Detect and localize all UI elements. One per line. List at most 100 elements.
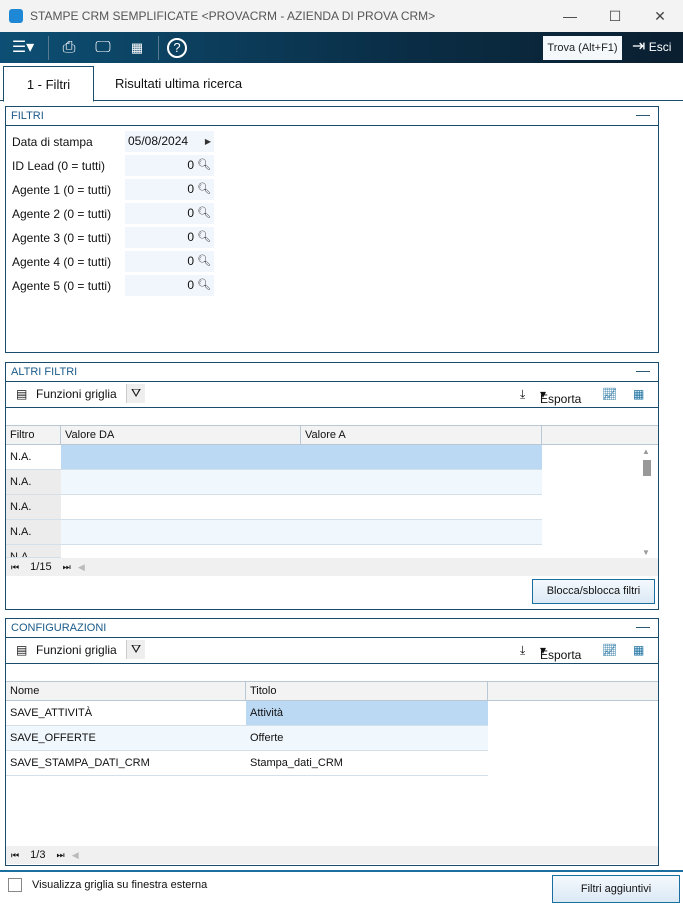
- first-page-icon[interactable]: ⏮: [11, 850, 19, 860]
- configurazioni-panel: CONFIGURAZIONI — ▤ Funzioni griglia ⛛ ⤓ E…: [5, 618, 659, 866]
- altri-filtri-panel: ALTRI FILTRI — ▤ Funzioni griglia ⛛ ⤓ Esp…: [5, 362, 659, 610]
- external-grid-checkbox[interactable]: [8, 878, 22, 892]
- app-logo-icon: [9, 9, 23, 23]
- table-cell[interactable]: N.A.: [6, 495, 61, 520]
- pager: ⏮ 1/3 ⏭ ◀: [6, 846, 658, 864]
- monitor-icon[interactable]: 🖵: [92, 37, 114, 59]
- divider: [158, 36, 159, 60]
- panel-title: CONFIGURAZIONI: [11, 622, 107, 634]
- scroll-left-icon[interactable]: ◀: [72, 850, 79, 860]
- print-icon[interactable]: ⎙: [58, 37, 80, 59]
- filter-icon[interactable]: ⛛: [126, 640, 146, 659]
- exit-icon: ⇥: [632, 38, 646, 55]
- pager: ⏮ 1/15 ⏭ ◀: [6, 558, 658, 576]
- lock-unlock-filters-button[interactable]: Blocca/sblocca filtri: [532, 579, 655, 604]
- agente2-field[interactable]: 0 🔍︎: [125, 203, 214, 224]
- field-label: Agente 1 (0 = tutti): [12, 183, 112, 197]
- column-header[interactable]: Nome: [6, 682, 246, 701]
- table-cell[interactable]: Offerte: [246, 726, 488, 751]
- agente4-field[interactable]: 0 🔍︎: [125, 251, 214, 272]
- chevron-right-icon[interactable]: ▶: [205, 131, 211, 152]
- field-label: ID Lead (0 = tutti): [12, 159, 106, 173]
- checkbox-label: Visualizza griglia su finestra esterna: [32, 879, 208, 891]
- column-header[interactable]: Valore A: [301, 426, 542, 445]
- grid-functions-button[interactable]: Funzioni griglia: [36, 643, 117, 657]
- divider: [48, 36, 49, 60]
- search-icon[interactable]: 🔍︎: [197, 155, 211, 176]
- grid-header: Nome Titolo: [6, 681, 658, 701]
- menu-icon[interactable]: ☰▾: [8, 37, 38, 59]
- grid-toolbar: ▤ Funzioni griglia ⛛ ⤓ Esporta ▾ 📈︎ ▦: [6, 382, 658, 408]
- search-icon[interactable]: 🔍︎: [197, 203, 211, 224]
- page-indicator: 1/15: [30, 561, 52, 573]
- download-icon[interactable]: ⤓: [520, 387, 525, 402]
- export-button[interactable]: Esporta ▾: [540, 387, 581, 406]
- page-indicator: 1/3: [30, 849, 46, 861]
- divider: [0, 870, 683, 872]
- filter-icon[interactable]: ⛛: [126, 384, 146, 403]
- collapse-icon[interactable]: —: [636, 617, 650, 636]
- grid-functions-button[interactable]: Funzioni griglia: [36, 387, 117, 401]
- table-cell[interactable]: Stampa_dati_CRM: [246, 751, 488, 776]
- panel-title: FILTRI: [11, 110, 44, 122]
- close-button[interactable]: ✕: [640, 4, 680, 28]
- layout-grid-icon[interactable]: ▦: [633, 387, 644, 401]
- collapse-icon[interactable]: —: [636, 361, 650, 380]
- download-icon[interactable]: ⤓: [520, 643, 525, 658]
- field-label: Agente 5 (0 = tutti): [12, 279, 112, 293]
- table-row-selected[interactable]: [61, 445, 542, 470]
- table-cell[interactable]: Attività: [246, 701, 488, 726]
- field-label: Agente 2 (0 = tutti): [12, 207, 112, 221]
- table-cell[interactable]: SAVE_OFFERTE: [6, 726, 246, 751]
- search-icon[interactable]: 🔍︎: [197, 275, 211, 296]
- column-header[interactable]: Valore DA: [61, 426, 301, 445]
- agente3-field[interactable]: 0 🔍︎: [125, 227, 214, 248]
- grid-toolbar: ▤ Funzioni griglia ⛛ ⤓ Esporta ▾ 📈︎ ▦: [6, 638, 658, 664]
- list-icon[interactable]: ▤: [16, 643, 27, 657]
- print-date-field[interactable]: 05/08/2024 ▶: [125, 131, 214, 152]
- last-page-icon[interactable]: ⏭: [63, 562, 71, 572]
- vertical-scrollbar[interactable]: ▲ ▼: [642, 447, 654, 557]
- table-cell[interactable]: N.A.: [6, 445, 61, 470]
- grid-header: Filtro Valore DA Valore A: [6, 425, 658, 445]
- table-cell[interactable]: SAVE_STAMPA_DATI_CRM: [6, 751, 246, 776]
- collapse-icon[interactable]: —: [636, 105, 650, 124]
- tab-risultati[interactable]: Risultati ultima ricerca: [101, 66, 256, 102]
- first-page-icon[interactable]: ⏮: [11, 562, 19, 572]
- minimize-button[interactable]: —: [550, 4, 590, 28]
- help-icon[interactable]: ?: [167, 38, 187, 58]
- layout-grid-icon[interactable]: ▦: [633, 643, 644, 657]
- column-header[interactable]: Titolo: [246, 682, 488, 701]
- grid-monitor-icon[interactable]: ▦: [126, 37, 148, 59]
- title-bar: STAMPE CRM SEMPLIFICATE <PROVACRM - AZIE…: [0, 0, 683, 32]
- table-row[interactable]: [61, 520, 542, 545]
- exit-button[interactable]: ⇥ Esci: [632, 36, 671, 58]
- list-icon[interactable]: ▤: [16, 387, 27, 401]
- field-label: Data di stampa: [12, 135, 93, 149]
- last-page-icon[interactable]: ⏭: [57, 850, 65, 860]
- window-title: STAMPE CRM SEMPLIFICATE <PROVACRM - AZIE…: [30, 9, 436, 23]
- export-button[interactable]: Esporta ▾: [540, 643, 581, 662]
- table-row[interactable]: [61, 470, 542, 495]
- table-cell[interactable]: N.A.: [6, 545, 61, 558]
- find-button[interactable]: Trova (Alt+F1): [543, 36, 622, 60]
- search-icon[interactable]: 🔍︎: [197, 251, 211, 272]
- tab-filtri[interactable]: 1 - Filtri: [3, 66, 94, 102]
- table-row[interactable]: [61, 495, 542, 520]
- more-filters-button[interactable]: Filtri aggiuntivi: [552, 875, 680, 903]
- table-cell[interactable]: SAVE_ATTIVITÀ: [6, 701, 246, 726]
- table-cell[interactable]: N.A.: [6, 470, 61, 495]
- chart-icon[interactable]: 📈︎: [602, 643, 617, 657]
- scroll-left-icon[interactable]: ◀: [78, 562, 85, 572]
- agente1-field[interactable]: 0 🔍︎: [125, 179, 214, 200]
- search-icon[interactable]: 🔍︎: [197, 179, 211, 200]
- id-lead-field[interactable]: 0 🔍︎: [125, 155, 214, 176]
- chart-icon[interactable]: 📈︎: [602, 387, 617, 401]
- search-icon[interactable]: 🔍︎: [197, 227, 211, 248]
- table-cell[interactable]: N.A.: [6, 520, 61, 545]
- maximize-button[interactable]: ☐: [595, 4, 635, 28]
- column-header[interactable]: Filtro: [6, 426, 61, 445]
- agente5-field[interactable]: 0 🔍︎: [125, 275, 214, 296]
- filtri-panel: FILTRI — Data di stampa 05/08/2024 ▶ ID Le…: [5, 106, 659, 353]
- exit-label: Esci: [648, 40, 672, 54]
